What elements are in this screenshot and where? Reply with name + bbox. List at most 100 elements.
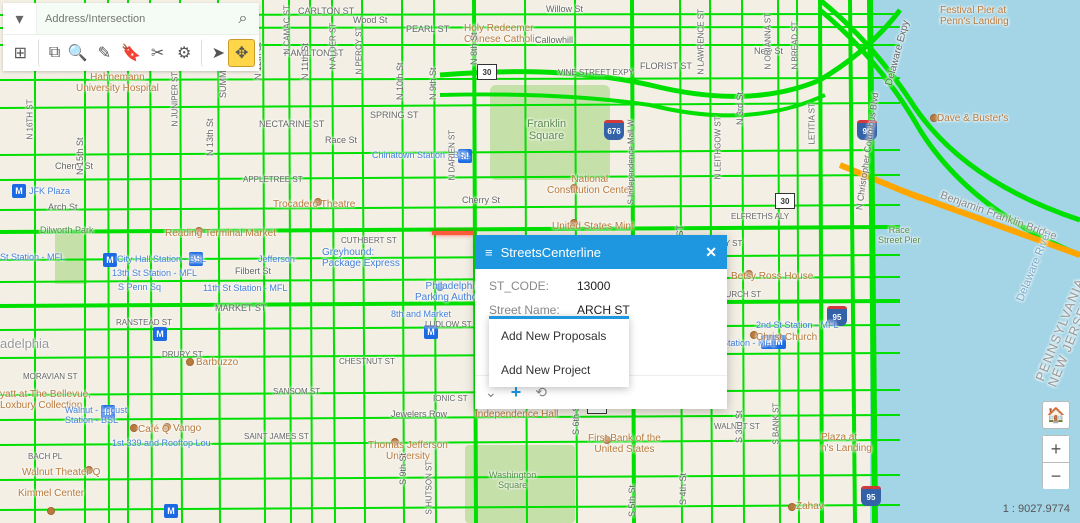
street-label: N PERCY ST bbox=[355, 27, 364, 75]
poi-label: United States Mint bbox=[552, 221, 634, 232]
street-label: S 3rd St bbox=[734, 410, 744, 443]
menu-item-add-project[interactable]: Add New Project bbox=[489, 353, 629, 387]
street-label: MORAVIAN ST bbox=[23, 372, 78, 381]
magnify-icon: 🔍 bbox=[68, 43, 88, 63]
station-label: St Station - MFL bbox=[0, 252, 65, 262]
apps-button[interactable]: ⊞ bbox=[7, 39, 34, 67]
street-label: S Independence Mall W bbox=[627, 120, 636, 205]
pan-button[interactable]: ✥ bbox=[228, 39, 255, 67]
station-label: 11th St Station - MFL bbox=[203, 283, 287, 293]
home-extent-button[interactable]: 🏠 bbox=[1042, 401, 1070, 429]
park-label: Franklin Square bbox=[527, 118, 566, 142]
street-label: N LAWRENCE ST bbox=[697, 9, 706, 75]
street-label: S HUTSON ST bbox=[425, 461, 434, 515]
measure-button[interactable]: ✂ bbox=[144, 39, 171, 67]
zoom-group: + − bbox=[1042, 435, 1070, 489]
metro-icon: M bbox=[153, 327, 167, 341]
drag-handle-icon[interactable]: ≡ bbox=[485, 245, 493, 260]
park-label: Dilworth Park bbox=[40, 225, 94, 235]
station-label: City Hall Station - BSL bbox=[117, 254, 206, 264]
gear-icon: ⚙ bbox=[177, 43, 191, 63]
street-label: FLORIST ST bbox=[640, 61, 692, 71]
street-label: APPLETREE ST bbox=[243, 175, 303, 184]
clip-button[interactable]: ⧉ bbox=[38, 39, 65, 67]
street-label: N 15th St bbox=[75, 137, 85, 175]
street-label: S 5th St bbox=[627, 485, 637, 517]
street-label: IONIC ST bbox=[433, 394, 468, 403]
street-label: N BREAD ST bbox=[791, 21, 800, 69]
street-label: Race St bbox=[325, 135, 357, 145]
street-label: N 8th St bbox=[469, 32, 479, 65]
street-label: SANSOM ST bbox=[273, 387, 320, 396]
home-icon: 🏠 bbox=[1047, 406, 1066, 424]
search-button[interactable]: ⌕ bbox=[227, 3, 259, 34]
poi-marker bbox=[130, 424, 138, 432]
street-label: VINE STREET EXPY bbox=[558, 68, 634, 77]
menu-item-add-proposals[interactable]: Add New Proposals bbox=[489, 319, 629, 353]
field-value: 13000 bbox=[577, 279, 610, 293]
street-label: CHESTNUT ST bbox=[339, 357, 395, 366]
city-label: adelphia bbox=[0, 336, 49, 351]
search-input[interactable] bbox=[37, 3, 227, 34]
street-label: SAINT JAMES ST bbox=[244, 432, 309, 441]
edit-button[interactable]: ✎ bbox=[91, 39, 118, 67]
popup-close-button[interactable]: ✕ bbox=[705, 244, 717, 261]
street-label: Cherry St bbox=[462, 195, 500, 205]
pointer-button[interactable]: ➤ bbox=[201, 39, 228, 67]
street-label: RANSTEAD ST bbox=[116, 318, 172, 327]
poi-label: Vango bbox=[173, 423, 201, 434]
poi-label: First Bank of the United States bbox=[588, 433, 661, 455]
popup-header[interactable]: ≡ StreetsCenterline ✕ bbox=[475, 235, 727, 269]
poi-label: Walnut Theater Q bbox=[22, 467, 100, 478]
context-menu: Add New Proposals Add New Project bbox=[489, 316, 629, 387]
poi-marker bbox=[788, 503, 796, 511]
street-label: N 9th St bbox=[428, 67, 438, 100]
pointer-icon: ➤ bbox=[212, 43, 225, 63]
station-label: Jefferson bbox=[258, 254, 295, 264]
poi-label: Greyhound: Package Express bbox=[322, 247, 400, 269]
tool-row: ⊞ ⧉ 🔍 ✎ 🔖 ✂ ⚙ ➤ ✥ bbox=[3, 35, 259, 71]
street-label: S 4th St bbox=[678, 473, 688, 505]
street-label: S 9th St bbox=[398, 453, 408, 485]
field-row-stcode: ST_CODE: 13000 bbox=[489, 279, 713, 293]
park-label: Washington Square bbox=[489, 470, 536, 490]
bookmark-button[interactable]: 🔖 bbox=[118, 39, 145, 67]
street-label: CUTHBERT ST bbox=[341, 236, 397, 245]
street-label: S BANK ST bbox=[772, 403, 781, 445]
street-label: N CAMAC ST bbox=[283, 5, 292, 54]
street-label: DRURY ST bbox=[162, 350, 203, 359]
street-label: CARLTON ST bbox=[298, 6, 354, 16]
selected-street-segment[interactable] bbox=[432, 231, 474, 235]
street-label: N DARIEN ST bbox=[448, 130, 457, 181]
plus-icon: + bbox=[1051, 439, 1062, 460]
poi-label: Hahnemann University Hospital bbox=[76, 72, 159, 94]
poi-marker bbox=[186, 358, 194, 366]
pan-icon: ✥ bbox=[235, 43, 248, 63]
clip-icon: ⧉ bbox=[49, 44, 60, 62]
metro-icon: M bbox=[103, 253, 117, 267]
poi-label: Zahav bbox=[796, 501, 824, 512]
settings-button[interactable]: ⚙ bbox=[171, 39, 198, 67]
field-value: ARCH ST bbox=[577, 303, 630, 317]
street-label: LETITIA ST bbox=[808, 103, 817, 144]
street-label: MARKET ST bbox=[215, 303, 266, 313]
zoom-button[interactable]: 🔍 bbox=[65, 39, 92, 67]
search-type-dropdown[interactable]: ▾ bbox=[3, 3, 37, 34]
station-label: 8th and Market bbox=[391, 309, 451, 319]
zoom-in-button[interactable]: + bbox=[1042, 435, 1070, 463]
street-label: ELFRETHS ALY bbox=[731, 212, 789, 221]
tools-icon: ✂ bbox=[151, 43, 164, 63]
street-label: N 10th St bbox=[395, 62, 405, 100]
street-label: Willow St bbox=[546, 4, 583, 14]
poi-marker bbox=[47, 507, 55, 515]
station-label: 13th St Station - MFL bbox=[112, 268, 197, 278]
shield-30: 30 bbox=[775, 193, 795, 209]
zoom-out-button[interactable]: − bbox=[1042, 462, 1070, 489]
poi-label: Christ Church bbox=[756, 332, 817, 343]
field-label: Street Name: bbox=[489, 303, 577, 317]
street-label: LUDLOW ST bbox=[425, 320, 472, 329]
street-label: Filbert St bbox=[235, 266, 271, 276]
station-label: 2nd St Station - MFL bbox=[756, 320, 839, 330]
metro-icon: M bbox=[164, 504, 178, 518]
poi-label: Café Q bbox=[138, 424, 170, 435]
